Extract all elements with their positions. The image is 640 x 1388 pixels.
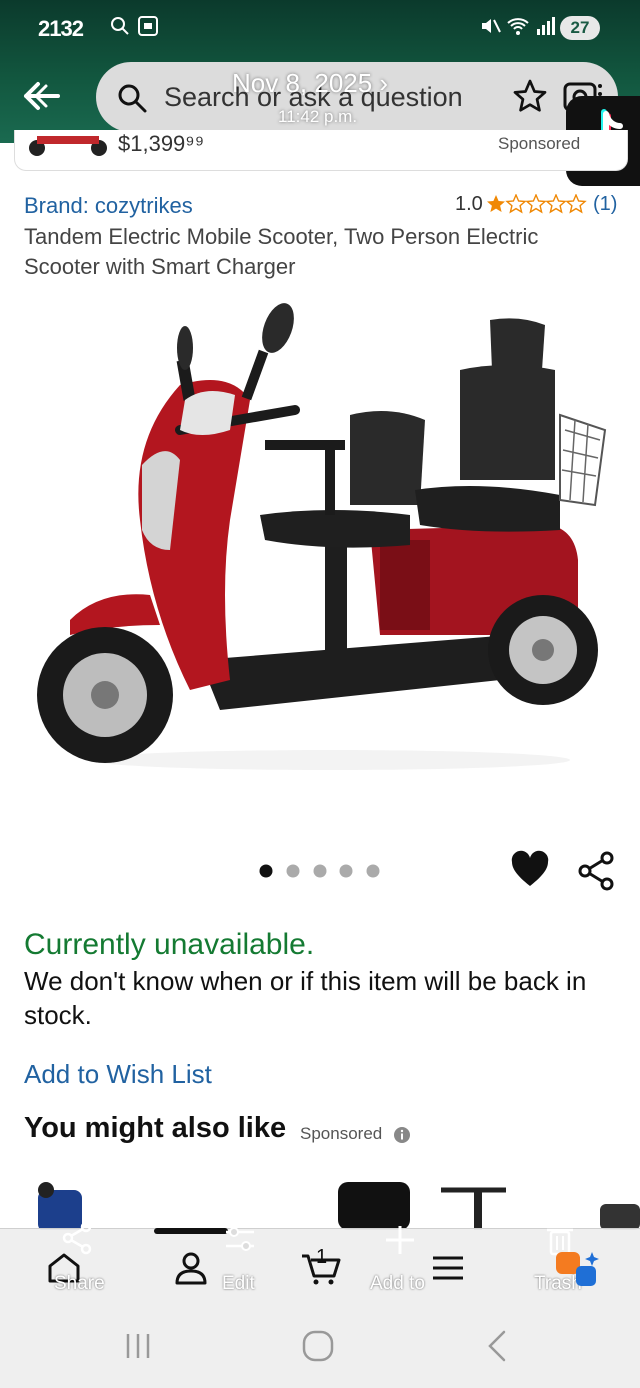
add-to-wish-list-link[interactable]: Add to Wish List <box>24 1059 212 1090</box>
edit-label[interactable]: Edit <box>222 1273 255 1295</box>
battery-indicator: 27 <box>560 16 600 40</box>
account-icon[interactable] <box>173 1250 209 1286</box>
rating-count-link[interactable]: (1) <box>593 193 617 216</box>
add-overlay-icon[interactable] <box>382 1222 418 1258</box>
menu-icon[interactable] <box>430 1250 466 1286</box>
cart-count-badge: 1 <box>316 1246 328 1268</box>
recommendations-sponsored-label: Sponsored <box>300 1124 383 1143</box>
product-title: Tandem Electric Mobile Scooter, Two Pers… <box>24 224 539 279</box>
back-arrow-icon[interactable] <box>18 78 64 114</box>
share-icon[interactable] <box>576 850 618 892</box>
star-icon[interactable] <box>512 78 548 114</box>
add-to-label[interactable]: Add to <box>370 1273 425 1295</box>
assistant-icon[interactable] <box>556 1250 600 1288</box>
share-overlay-icon[interactable] <box>60 1220 96 1256</box>
search-status-icon <box>111 17 129 35</box>
reco-item-thumbnail[interactable] <box>436 1180 516 1230</box>
image-carousel-dots[interactable] <box>258 862 388 880</box>
recommendations-heading: You might also like <box>24 1112 287 1144</box>
recommendations-carousel[interactable] <box>0 1160 640 1230</box>
heart-icon[interactable] <box>510 850 550 890</box>
mute-icon <box>482 19 501 33</box>
status-time: 2132 <box>38 16 84 41</box>
availability-message: We don't know when or if this item will … <box>24 966 587 1030</box>
home-nav-icon[interactable] <box>300 1328 336 1364</box>
recent-apps-icon[interactable] <box>120 1328 156 1364</box>
screenshot-status-icon <box>138 16 158 36</box>
reco-item-thumbnail[interactable] <box>600 1200 640 1230</box>
status-bar: 2132 27 <box>0 0 640 58</box>
trike-thumbnail <box>29 136 107 156</box>
info-icon[interactable] <box>393 1126 411 1144</box>
back-nav-icon[interactable] <box>480 1328 516 1364</box>
product-image[interactable] <box>30 290 610 810</box>
edit-overlay-icon[interactable] <box>222 1222 258 1258</box>
share-label[interactable]: Share <box>54 1273 105 1295</box>
brand-link[interactable]: Brand: cozytrikes <box>24 193 193 219</box>
rating-stars-icon[interactable] <box>486 194 588 214</box>
peek-sponsored-label: Sponsored <box>498 134 581 153</box>
screenshot-date-overlay: Nov 8, 2025 › <box>232 68 389 98</box>
active-tab-indicator <box>154 1228 228 1234</box>
search-icon <box>118 84 147 113</box>
signal-icon <box>537 17 555 35</box>
wifi-icon <box>507 18 529 35</box>
peek-price: $1,399⁹⁹ <box>118 131 205 156</box>
availability-status: Currently unavailable. <box>24 928 315 961</box>
screenshot-time-overlay: 11:42 p.m. <box>278 107 358 126</box>
rating-value: 1.0 <box>455 193 483 215</box>
